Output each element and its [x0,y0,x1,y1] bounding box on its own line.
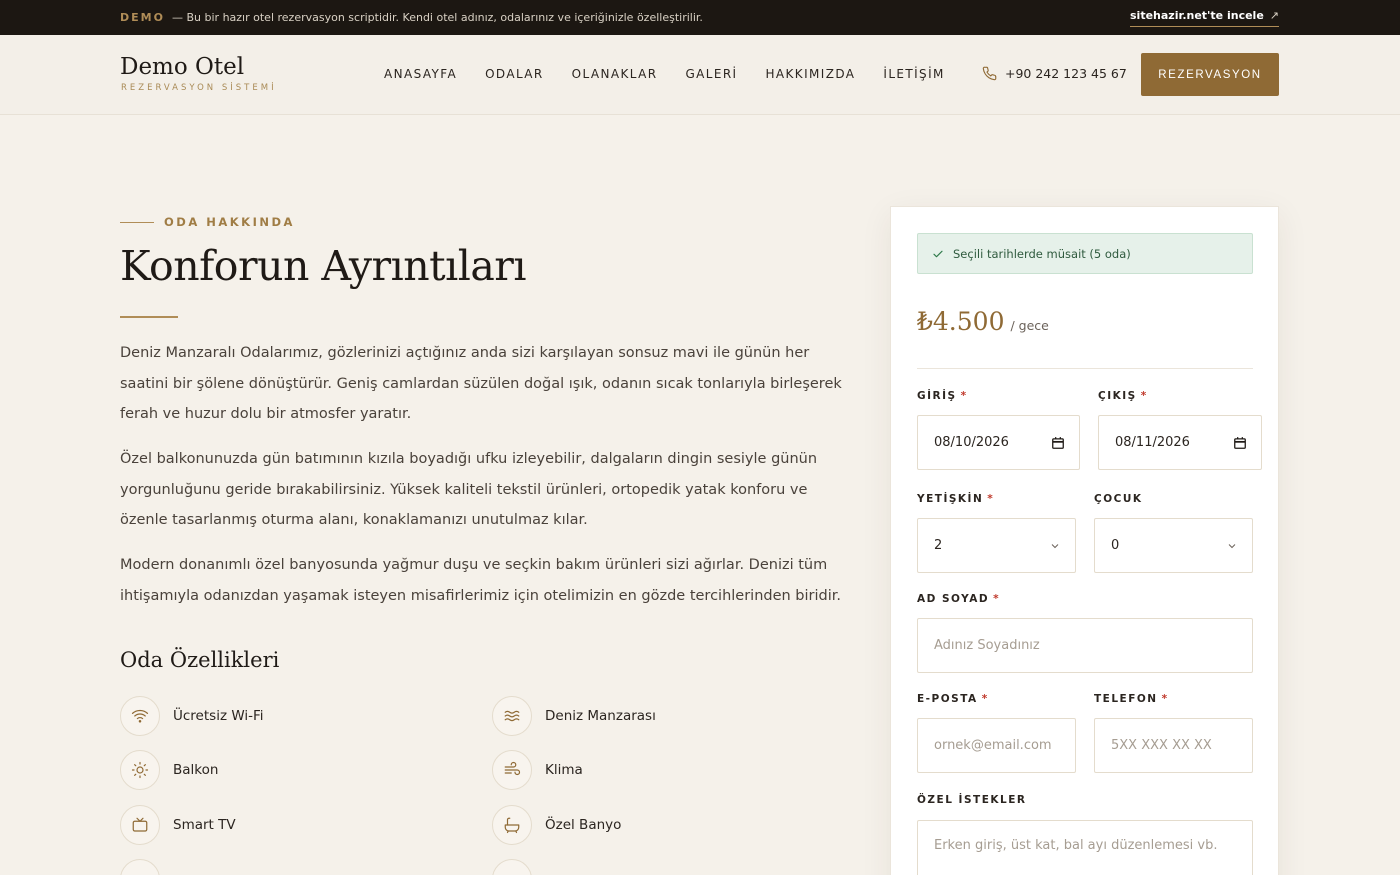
special-requests-textarea[interactable]: Erken giriş, üst kat, bal ayı düzenlemes… [917,820,1253,875]
phone-placeholder: 5XX XXX XX XX [1111,738,1212,753]
feature-label: Ücretsiz Wi-Fi [173,708,264,724]
nav-item-home[interactable]: ANASAYFA [384,67,457,81]
phone-input[interactable]: 5XX XXX XX XX [1094,718,1253,773]
eyebrow-line [120,221,154,223]
price-display: ₺4.500 / gece [917,307,1049,336]
reservation-button[interactable]: REZERVASYON [1141,53,1279,96]
fullname-input[interactable]: Adınız Soyadınız [917,618,1253,673]
sun-icon [120,750,160,790]
children-select[interactable]: 0 [1094,518,1253,573]
wifi-icon [120,696,160,736]
section-eyebrow: ODA HAKKINDA [120,215,295,229]
fullname-placeholder: Adınız Soyadınız [934,638,1040,653]
eyebrow-label: ODA HAKKINDA [164,215,295,229]
about-paragraph-2: Özel balkonunuzda gün batımının kızıla b… [120,451,818,528]
feature-item-ac: Klima [492,750,583,790]
fullname-label: AD SOYAD * [917,593,1001,605]
email-label: E-POSTA * [917,693,989,705]
feature-item-partial [120,859,173,875]
title-divider [120,316,178,318]
nav-item-contact[interactable]: İLETİŞİM [883,67,944,81]
feature-item-sea-view: Deniz Manzarası [492,696,656,736]
site-header: Demo Otel REZERVASYON SİSTEMİ ANASAYFA O… [0,35,1400,115]
about-paragraph-1: Deniz Manzaralı Odalarımız, gözlerinizi … [120,345,842,422]
feature-item-partial [492,859,545,875]
demo-tag: DEMO [120,11,165,24]
phone-number: +90 242 123 45 67 [1005,66,1127,81]
feature-item-bath: Özel Banyo [492,805,621,845]
phone-icon [982,66,997,81]
nav-item-gallery[interactable]: GALERİ [685,67,737,81]
nav-item-rooms[interactable]: ODALAR [485,67,544,81]
availability-banner: Seçili tarihlerde müsait (5 oda) [917,233,1253,274]
header-phone[interactable]: +90 242 123 45 67 [982,66,1127,81]
price-unit: / gece [1010,318,1049,333]
checkin-label: GİRİŞ * [917,390,968,402]
features-title: Oda Özellikleri [120,648,280,672]
feature-label: Balkon [173,762,219,778]
checkout-date-input[interactable]: 08/11/2026 [1098,415,1262,470]
calendar-icon[interactable] [1051,436,1065,450]
checkin-date-input[interactable]: 08/10/2026 [917,415,1080,470]
demo-link[interactable]: sitehazir.net'te incele ↗ [1130,9,1279,27]
checkout-value: 08/11/2026 [1115,435,1190,450]
waves-icon [492,696,532,736]
phone-label: TELEFON * [1094,693,1169,705]
chevron-down-icon [1051,543,1059,548]
demo-link-label: sitehazir.net'te incele [1130,9,1264,22]
chevron-down-icon [1228,543,1236,548]
calendar-icon[interactable] [1233,436,1247,450]
feature-label: Deniz Manzarası [545,708,656,724]
main-nav: ANASAYFA ODALAR OLANAKLAR GALERİ HAKKIMI… [384,67,973,81]
feature-label: Smart TV [173,817,236,833]
about-paragraph-3: Modern donanımlı özel banyosunda yağmur … [120,557,842,604]
feature-icon [120,859,160,875]
nav-item-amenities[interactable]: OLANAKLAR [572,67,658,81]
logo-title[interactable]: Demo Otel [120,54,244,80]
checkout-label: ÇIKIŞ * [1098,390,1148,402]
logo-subtitle: REZERVASYON SİSTEMİ [121,83,277,93]
check-icon [933,250,943,257]
nav-item-about[interactable]: HAKKIMIZDA [766,67,856,81]
demo-message: — Bu bir hazır otel rezervasyon scriptid… [172,11,703,24]
availability-text: Seçili tarihlerde müsait (5 oda) [953,246,1131,261]
feature-label: Klima [545,762,583,778]
checkin-value: 08/10/2026 [934,435,1009,450]
card-divider [917,368,1253,369]
feature-item-balcony: Balkon [120,750,218,790]
adults-value: 2 [934,538,943,553]
page-title: Konforun Ayrıntıları [120,242,527,290]
booking-card: Seçili tarihlerde müsait (5 oda) ₺4.500 … [890,206,1279,875]
feature-icon [492,859,532,875]
wind-icon [492,750,532,790]
adults-label: YETİŞKİN * [917,493,995,505]
feature-item-tv: Smart TV [120,805,236,845]
email-placeholder: ornek@email.com [934,738,1052,753]
tv-icon [120,805,160,845]
email-input[interactable]: ornek@email.com [917,718,1076,773]
special-requests-placeholder: Erken giriş, üst kat, bal ayı düzenlemes… [934,838,1218,853]
children-label: ÇOCUK [1094,493,1143,505]
children-value: 0 [1111,538,1120,553]
bath-icon [492,805,532,845]
external-link-icon: ↗ [1269,9,1279,22]
feature-label: Özel Banyo [545,817,622,833]
feature-item-wifi: Ücretsiz Wi-Fi [120,696,264,736]
special-requests-label: ÖZEL İSTEKLER [917,794,1027,806]
adults-select[interactable]: 2 [917,518,1076,573]
demo-banner: DEMO — Bu bir hazır otel rezervasyon scr… [0,0,1400,35]
price-amount: ₺4.500 [917,307,1005,336]
